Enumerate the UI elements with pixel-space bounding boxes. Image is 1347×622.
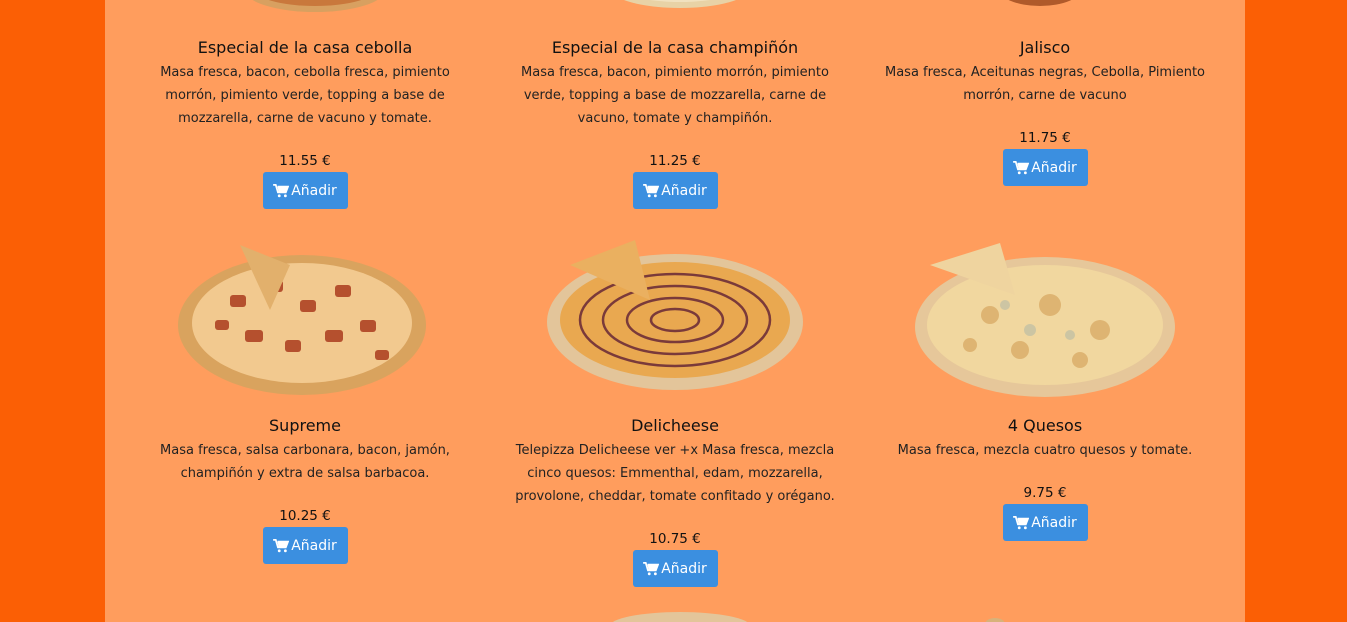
pizza-image-supreme [178, 245, 426, 395]
product-card-especial-cebolla: Especial de la casa cebolla Masa fresca,… [125, 38, 485, 209]
button-label: Añadir [661, 560, 707, 577]
pizza-image-4-quesos [915, 243, 1175, 397]
product-price: 11.25 € [649, 153, 701, 169]
pizza-image-partial [1008, 0, 1072, 6]
product-description: Masa fresca, mezcla cuatro quesos y toma… [897, 443, 1193, 458]
add-to-cart-button[interactable]: Añadir [262, 527, 348, 564]
product-card-jalisco: Jalisco Masa fresca, Aceitunas negras, C… [865, 38, 1225, 186]
product-card-delicheese: Delicheese Telepizza Delicheese ver +x M… [495, 416, 855, 587]
button-label: Añadir [291, 182, 337, 199]
product-price: 10.75 € [649, 531, 701, 547]
shopping-cart-icon [1013, 516, 1029, 530]
product-description: Telepizza Delicheese ver +x Masa fresca,… [515, 443, 835, 504]
add-to-cart-button[interactable]: Añadir [1002, 504, 1088, 541]
product-name: Especial de la casa champiñón [551, 38, 799, 57]
product-price: 10.25 € [279, 508, 331, 524]
product-name: 4 Quesos [1007, 416, 1083, 435]
add-to-cart-button[interactable]: Añadir [262, 172, 348, 209]
product-card-4-quesos: 4 Quesos Masa fresca, mezcla cuatro ques… [865, 416, 1225, 541]
product-name: Especial de la casa cebolla [197, 38, 413, 57]
product-name: Delicheese [631, 416, 719, 435]
add-to-cart-button[interactable]: Añadir [632, 172, 718, 209]
pizza-image-partial [612, 612, 748, 622]
product-description: Masa fresca, bacon, cebolla fresca, pimi… [160, 65, 450, 126]
add-to-cart-button[interactable]: Añadir [1002, 149, 1088, 186]
button-label: Añadir [1031, 159, 1077, 176]
add-to-cart-button[interactable]: Añadir [632, 550, 718, 587]
product-name: Supreme [269, 416, 341, 435]
product-card-supreme: Supreme Masa fresca, salsa carbonara, ba… [125, 416, 485, 564]
pizza-image-partial [624, 0, 736, 8]
shopping-cart-icon [273, 539, 289, 553]
pizza-image-delicheese [547, 240, 803, 390]
button-label: Añadir [1031, 514, 1077, 531]
menu-panel: Especial de la casa cebolla Masa fresca,… [105, 0, 1245, 622]
shopping-cart-icon [643, 184, 659, 198]
product-description: Masa fresca, bacon, pimiento morrón, pim… [521, 65, 829, 126]
shopping-cart-icon [1013, 161, 1029, 175]
shopping-cart-icon [273, 184, 289, 198]
pizza-image-partial [985, 618, 1005, 622]
button-label: Añadir [291, 537, 337, 554]
button-label: Añadir [661, 182, 707, 199]
product-description: Masa fresca, Aceitunas negras, Cebolla, … [884, 65, 1205, 103]
product-price: 9.75 € [1023, 485, 1067, 501]
product-card-especial-champinon: Especial de la casa champiñón Masa fresc… [495, 38, 855, 209]
pizza-image-partial [252, 0, 378, 12]
product-price: 11.55 € [279, 153, 331, 169]
product-name: Jalisco [1019, 38, 1071, 57]
shopping-cart-icon [643, 562, 659, 576]
product-price: 11.75 € [1019, 130, 1071, 146]
product-description: Masa fresca, salsa carbonara, bacon, jam… [160, 443, 450, 481]
